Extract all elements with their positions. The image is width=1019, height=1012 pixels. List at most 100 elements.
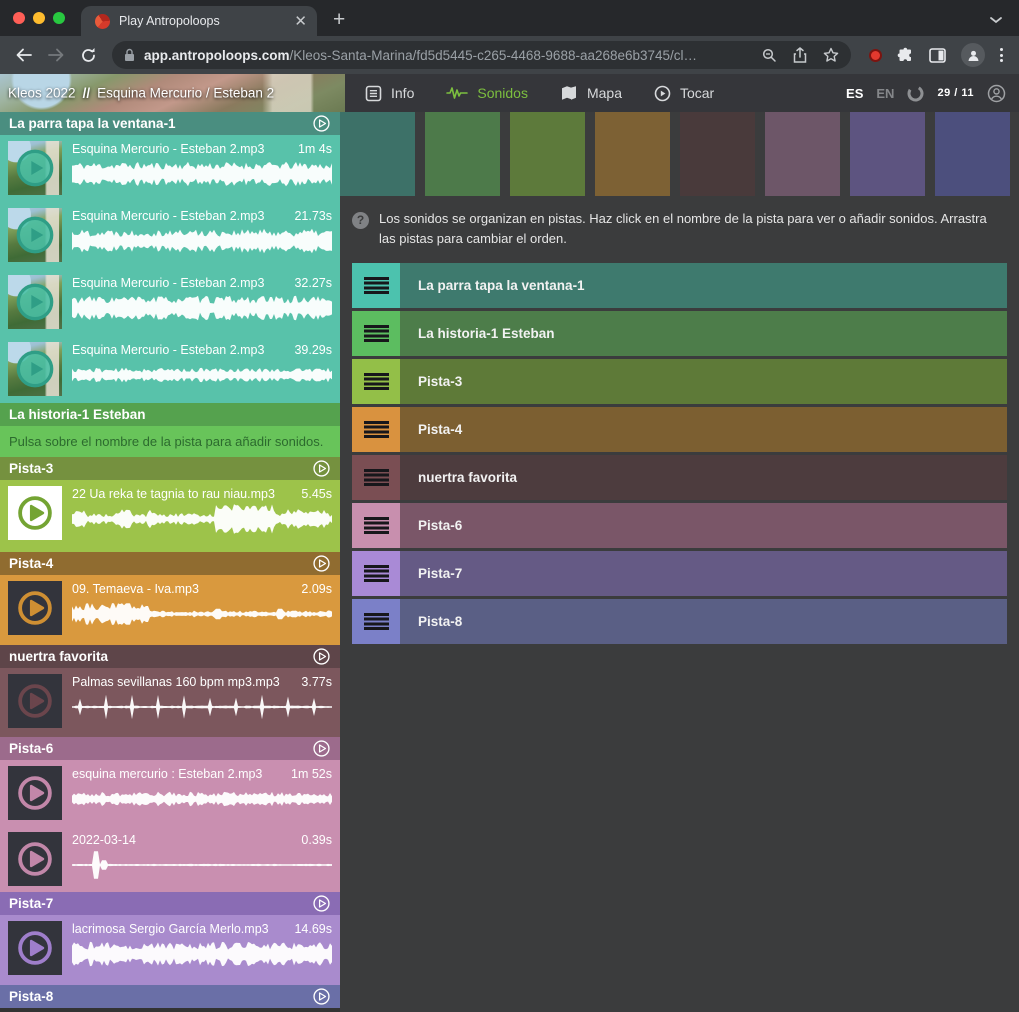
sample-row[interactable]: Esquina Mercurio - Esteban 2.mp31m 4s: [0, 135, 340, 202]
sample-row[interactable]: Palmas sevillanas 160 bpm mp3.mp33.77s: [0, 668, 340, 737]
track-row-body[interactable]: Pista-7: [400, 551, 1007, 596]
track-row[interactable]: Pista-4: [352, 407, 1007, 452]
drag-handle[interactable]: [352, 263, 400, 308]
track-section-header[interactable]: Pista-8: [0, 985, 340, 1008]
bookmark-star-icon[interactable]: [823, 47, 839, 63]
drag-handle[interactable]: [352, 455, 400, 500]
tab-sonidos[interactable]: Sonidos: [446, 85, 528, 101]
sample-waveform[interactable]: [72, 157, 332, 191]
profile-avatar[interactable]: [961, 43, 985, 67]
tab-search-chevron-icon[interactable]: [989, 15, 1003, 25]
sample-play-button[interactable]: [8, 832, 62, 886]
url-bar[interactable]: app.antropoloops.com/Kleos-Santa-Marina/…: [112, 41, 851, 69]
tab-tocar[interactable]: Tocar: [654, 85, 714, 102]
new-tab-button[interactable]: +: [333, 8, 345, 32]
track-row[interactable]: Pista-6: [352, 503, 1007, 548]
drag-handle[interactable]: [352, 599, 400, 644]
section-play-button[interactable]: [312, 739, 331, 758]
sample-waveform[interactable]: [72, 848, 332, 882]
sample-row[interactable]: esquina mercurio : Esteban 2.mp31m 52s: [0, 760, 340, 826]
recording-indicator-icon[interactable]: [869, 49, 882, 62]
sample-waveform[interactable]: [72, 937, 332, 971]
browser-tab[interactable]: Play Antropoloops ✕: [81, 6, 317, 36]
sample-waveform[interactable]: [72, 291, 332, 325]
track-row-body[interactable]: nuertra favorita: [400, 455, 1007, 500]
track-row[interactable]: La historia-1 Esteban: [352, 311, 1007, 356]
track-row[interactable]: nuertra favorita: [352, 455, 1007, 500]
extensions-puzzle-icon[interactable]: [897, 47, 914, 64]
sample-play-button[interactable]: [8, 581, 62, 635]
sample-play-button[interactable]: [8, 486, 62, 540]
sample-play-button-icon[interactable]: [8, 342, 62, 396]
track-row-body[interactable]: Pista-6: [400, 503, 1007, 548]
forward-button[interactable]: [42, 41, 70, 69]
sample-play-button-icon[interactable]: [8, 141, 62, 195]
browser-menu-kebab-icon[interactable]: [1000, 48, 1003, 62]
tab-info[interactable]: Info: [365, 85, 414, 102]
back-button[interactable]: [10, 41, 38, 69]
sample-waveform[interactable]: [72, 597, 332, 631]
track-row[interactable]: Pista-7: [352, 551, 1007, 596]
sample-row[interactable]: 09. Temaeva - Iva.mp32.09s: [0, 575, 340, 645]
reload-button[interactable]: [74, 41, 102, 69]
share-icon[interactable]: [793, 47, 807, 63]
sample-waveform[interactable]: [72, 690, 332, 724]
sample-thumbnail[interactable]: [8, 342, 62, 396]
sample-row[interactable]: Esquina Mercurio - Esteban 2.mp332.27s: [0, 269, 340, 336]
lang-en-button[interactable]: EN: [876, 86, 894, 101]
window-minimize-button[interactable]: [33, 12, 45, 24]
sample-waveform[interactable]: [72, 502, 332, 536]
drag-handle[interactable]: [352, 311, 400, 356]
drag-handle[interactable]: [352, 503, 400, 548]
lang-es-button[interactable]: ES: [846, 86, 863, 101]
section-play-button[interactable]: [312, 647, 331, 666]
track-section-header[interactable]: Pista-3: [0, 457, 340, 480]
sample-row[interactable]: lacrimosa Sergio García Merlo.mp314.69s: [0, 915, 340, 985]
sample-thumbnail[interactable]: [8, 275, 62, 329]
sample-row[interactable]: Esquina Mercurio - Esteban 2.mp321.73s: [0, 202, 340, 269]
sample-row[interactable]: Esquina Mercurio - Esteban 2.mp339.29s: [0, 336, 340, 403]
section-play-button[interactable]: [312, 894, 331, 913]
window-zoom-button[interactable]: [53, 12, 65, 24]
track-row-body[interactable]: La parra tapa la ventana-1: [400, 263, 1007, 308]
side-panel-icon[interactable]: [929, 48, 946, 63]
drag-handle[interactable]: [352, 359, 400, 404]
track-row-body[interactable]: Pista-4: [400, 407, 1007, 452]
track-section-header[interactable]: La parra tapa la ventana-1: [0, 112, 340, 135]
track-row[interactable]: Pista-3: [352, 359, 1007, 404]
sample-row[interactable]: 22 Ua reka te tagnia to rau niau.mp35.45…: [0, 480, 340, 552]
header-map-photo[interactable]: Kleos 2022//Esquina Mercurio / Esteban 2: [0, 74, 345, 112]
sample-play-button[interactable]: [8, 921, 62, 975]
drag-handle[interactable]: [352, 551, 400, 596]
sample-thumbnail[interactable]: [8, 141, 62, 195]
track-section-header[interactable]: Pista-7: [0, 892, 340, 915]
sample-play-button[interactable]: [8, 674, 62, 728]
track-row-body[interactable]: Pista-8: [400, 599, 1007, 644]
track-row[interactable]: Pista-8: [352, 599, 1007, 644]
track-section-header[interactable]: La historia-1 Esteban: [0, 403, 340, 426]
track-row[interactable]: La parra tapa la ventana-1: [352, 263, 1007, 308]
sample-row[interactable]: 2022-03-140.39s: [0, 826, 340, 892]
tab-close-icon[interactable]: ✕: [294, 14, 307, 29]
section-play-button[interactable]: [312, 554, 331, 573]
sample-play-button-icon[interactable]: [8, 275, 62, 329]
section-play-button[interactable]: [312, 987, 331, 1006]
section-play-button[interactable]: [312, 114, 331, 133]
tab-mapa[interactable]: Mapa: [560, 85, 622, 101]
zoom-level-icon[interactable]: [762, 48, 777, 63]
sample-play-button-icon[interactable]: [8, 208, 62, 262]
track-section-header[interactable]: nuertra favorita: [0, 645, 340, 668]
track-row-body[interactable]: La historia-1 Esteban: [400, 311, 1007, 356]
track-row-body[interactable]: Pista-3: [400, 359, 1007, 404]
section-play-button[interactable]: [312, 459, 331, 478]
account-icon[interactable]: [987, 84, 1006, 103]
sample-waveform[interactable]: [72, 782, 332, 816]
sample-play-button[interactable]: [8, 766, 62, 820]
sample-waveform[interactable]: [72, 358, 332, 392]
track-section-header[interactable]: Pista-4: [0, 552, 340, 575]
track-section-header[interactable]: Pista-6: [0, 737, 340, 760]
window-close-button[interactable]: [13, 12, 25, 24]
drag-handle[interactable]: [352, 407, 400, 452]
sample-thumbnail[interactable]: [8, 208, 62, 262]
sample-waveform[interactable]: [72, 224, 332, 258]
